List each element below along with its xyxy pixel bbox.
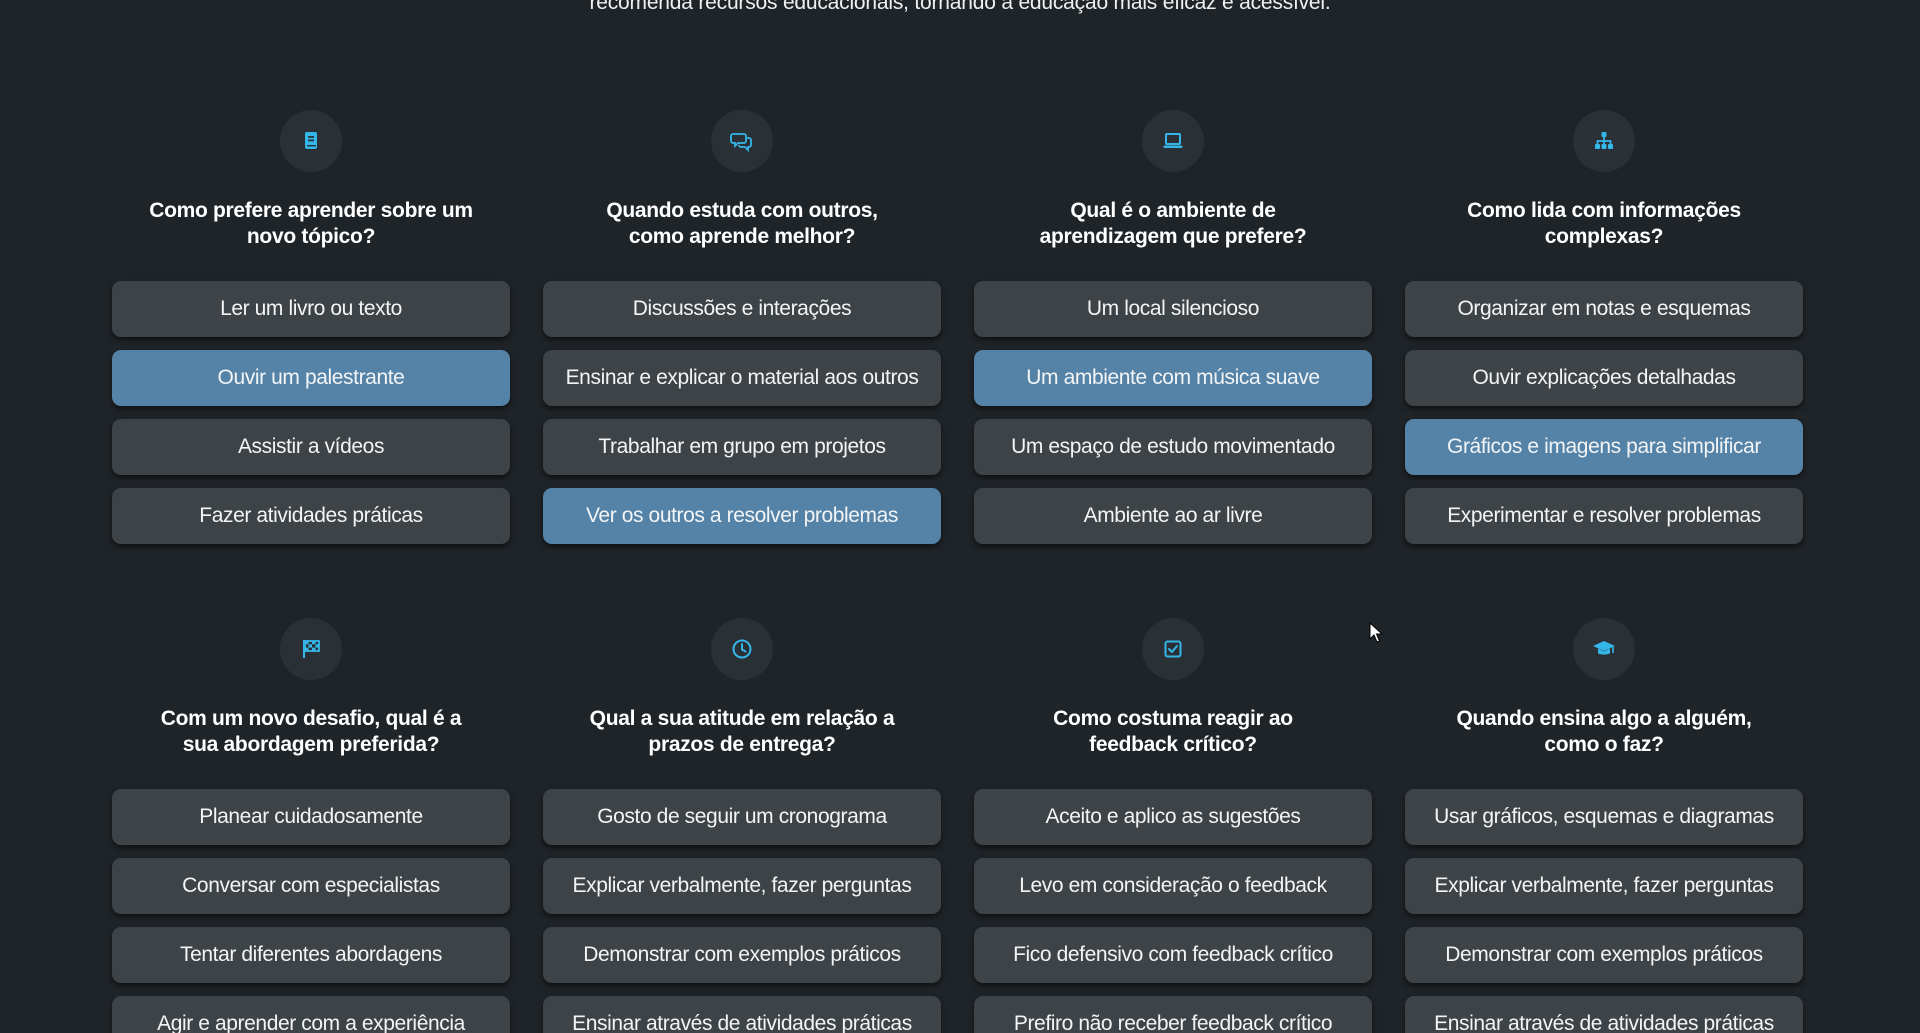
- question-title: Quando ensina algo a alguém, como o faz?: [1456, 707, 1752, 756]
- answer-option-button[interactable]: Discussões e interações: [543, 281, 941, 337]
- answer-option-button[interactable]: Demonstrar com exemplos práticos: [1405, 927, 1803, 983]
- answer-option-button[interactable]: Explicar verbalmente, fazer perguntas: [543, 858, 941, 914]
- answer-option-button[interactable]: Organizar em notas e esquemas: [1405, 281, 1803, 337]
- answer-option-button[interactable]: Agir e aprender com a experiência: [112, 996, 510, 1033]
- answer-option-button[interactable]: Tentar diferentes abordagens: [112, 927, 510, 983]
- answer-option-button[interactable]: Fazer atividades práticas: [112, 488, 510, 544]
- question-icon-badge: [711, 110, 773, 172]
- answer-option-button[interactable]: Ler um livro ou texto: [112, 281, 510, 337]
- answer-options: Organizar em notas e esquemas Ouvir expli…: [1405, 281, 1803, 544]
- laptop-icon: [1163, 133, 1183, 148]
- answer-option-selected-button[interactable]: Um ambiente com música suave: [974, 350, 1372, 406]
- answer-option-button[interactable]: Experimentar e resolver problemas: [1405, 488, 1803, 544]
- question-icon-badge: [1142, 110, 1204, 172]
- answer-option-button[interactable]: Levo em consideração o feedback: [974, 858, 1372, 914]
- answer-option-button[interactable]: Prefiro não receber feedback crítico: [974, 996, 1372, 1033]
- graduation-cap-icon: [1593, 641, 1615, 655]
- answer-options: Discussões e interações Ensinar e explica…: [543, 281, 941, 544]
- question-icon-badge: [280, 618, 342, 680]
- question-icon-badge: [1573, 618, 1635, 680]
- answer-option-button[interactable]: Gosto de seguir um cronograma: [543, 789, 941, 845]
- question-title: Qual a sua atitude em relação a prazos d…: [589, 707, 895, 756]
- answer-option-button[interactable]: Trabalhar em grupo em projetos: [543, 419, 941, 475]
- answer-option-button[interactable]: Ensinar através de atividades práticas: [543, 996, 941, 1033]
- question-block: Qual a sua atitude em relação a prazos d…: [543, 618, 941, 1033]
- answer-option-button[interactable]: Demonstrar com exemplos práticos: [543, 927, 941, 983]
- answer-options: Um local silencioso Um ambiente com músic…: [974, 281, 1372, 544]
- question-grid: Como prefere aprender sobre um novo tópi…: [112, 110, 1804, 1033]
- question-block: Como costuma reagir ao feedback crítico?…: [974, 618, 1372, 1033]
- answer-option-button[interactable]: Explicar verbalmente, fazer perguntas: [1405, 858, 1803, 914]
- answer-option-button[interactable]: Ensinar e explicar o material aos outros: [543, 350, 941, 406]
- intro-text: recomenda recursos educacionais, tornand…: [589, 0, 1331, 14]
- quiz-page: recomenda recursos educacionais, tornand…: [0, 0, 1920, 1033]
- question-icon-badge: [1573, 110, 1635, 172]
- answer-option-button[interactable]: Assistir a vídeos: [112, 419, 510, 475]
- answer-option-button[interactable]: Um espaço de estudo movimentado: [974, 419, 1372, 475]
- answer-option-button[interactable]: Usar gráficos, esquemas e diagramas: [1405, 789, 1803, 845]
- answer-option-button[interactable]: Conversar com especialistas: [112, 858, 510, 914]
- question-icon-badge: [1142, 618, 1204, 680]
- question-icon-badge: [280, 110, 342, 172]
- question-title: Como lida com informações complexas?: [1467, 199, 1741, 248]
- book-icon: [305, 132, 317, 149]
- checkbox-icon: [1164, 640, 1182, 658]
- chat-bubbles-icon: [730, 133, 752, 153]
- question-block: Qual é o ambiente de aprendizagem que pr…: [974, 110, 1372, 544]
- checkered-flag-icon: [303, 640, 320, 658]
- question-title: Com um novo desafio, qual é a sua aborda…: [160, 707, 462, 756]
- question-block: Quando estuda com outros, como aprende m…: [543, 110, 941, 544]
- question-title: Como prefere aprender sobre um novo tópi…: [149, 199, 473, 248]
- answer-options: Planear cuidadosamente Conversar com espe…: [112, 789, 510, 1033]
- clock-icon: [732, 639, 752, 659]
- answer-option-selected-button[interactable]: Ouvir um palestrante: [112, 350, 510, 406]
- answer-option-button[interactable]: Ensinar através de atividades práticas: [1405, 996, 1803, 1033]
- sitemap-icon: [1595, 132, 1613, 149]
- question-block: Quando ensina algo a alguém, como o faz?…: [1405, 618, 1803, 1033]
- answer-option-button[interactable]: Aceito e aplico as sugestões: [974, 789, 1372, 845]
- answer-options: Gosto de seguir um cronograma Explicar ve…: [543, 789, 941, 1033]
- question-title: Qual é o ambiente de aprendizagem que pr…: [1039, 199, 1307, 248]
- question-block: Com um novo desafio, qual é a sua aborda…: [112, 618, 510, 1033]
- answer-option-button[interactable]: Um local silencioso: [974, 281, 1372, 337]
- answer-option-button[interactable]: Fico defensivo com feedback crítico: [974, 927, 1372, 983]
- answer-option-button[interactable]: Planear cuidadosamente: [112, 789, 510, 845]
- question-title: Como costuma reagir ao feedback crítico?: [1053, 707, 1293, 756]
- answer-option-selected-button[interactable]: Ver os outros a resolver problemas: [543, 488, 941, 544]
- question-block: Como lida com informações complexas? Orga…: [1405, 110, 1803, 544]
- answer-option-button[interactable]: Ouvir explicações detalhadas: [1405, 350, 1803, 406]
- answer-options: Usar gráficos, esquemas e diagramas Expli…: [1405, 789, 1803, 1033]
- answer-option-button[interactable]: Ambiente ao ar livre: [974, 488, 1372, 544]
- question-title: Quando estuda com outros, como aprende m…: [606, 199, 878, 248]
- mouse-cursor-icon: [1369, 622, 1383, 643]
- answer-options: Aceito e aplico as sugestões Levo em cons…: [974, 789, 1372, 1033]
- answer-options: Ler um livro ou texto Ouvir um palestrant…: [112, 281, 510, 544]
- question-block: Como prefere aprender sobre um novo tópi…: [112, 110, 510, 544]
- answer-option-selected-button[interactable]: Gráficos e imagens para simplificar: [1405, 419, 1803, 475]
- question-icon-badge: [711, 618, 773, 680]
